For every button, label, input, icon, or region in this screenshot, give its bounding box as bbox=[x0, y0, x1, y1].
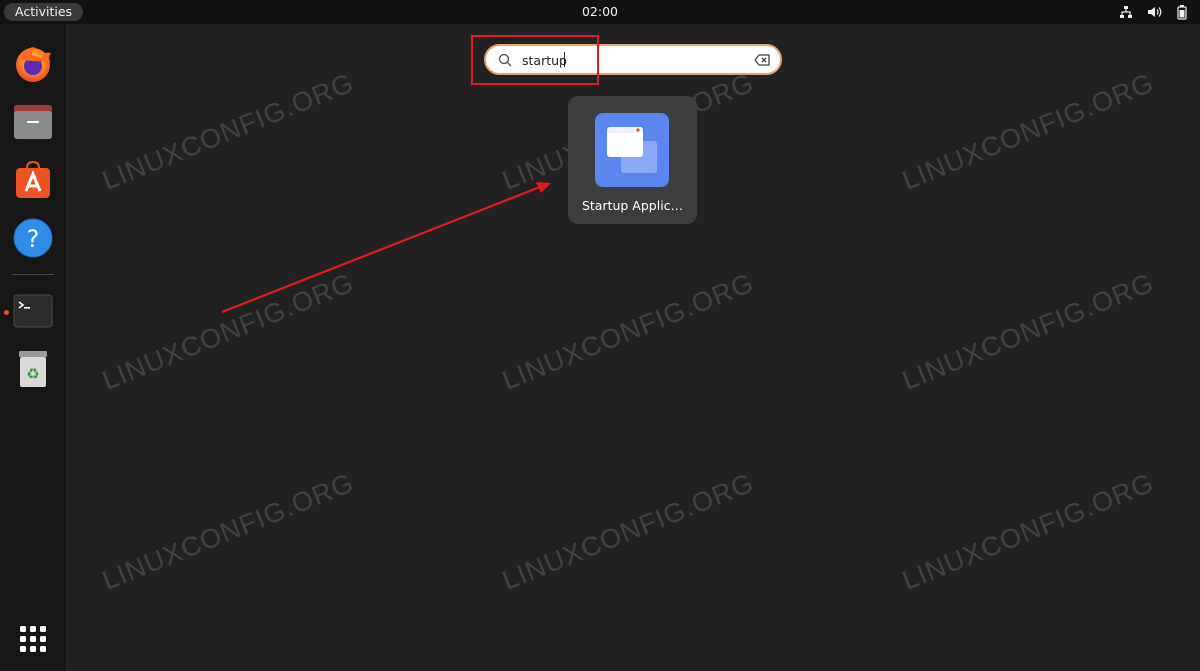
dock-item-terminal[interactable] bbox=[10, 288, 56, 334]
trash-icon: ♻ bbox=[19, 351, 47, 387]
search-result-startup-applications[interactable]: Startup Applic… bbox=[568, 96, 697, 224]
desktop: LINUXCONFIG.ORG LINUXCONFIG.ORG LINUXCON… bbox=[0, 0, 1200, 671]
clock[interactable]: 02:00 bbox=[582, 4, 618, 19]
dock: ? ♻ bbox=[0, 24, 66, 671]
help-icon: ? bbox=[13, 218, 53, 258]
firefox-icon bbox=[16, 47, 51, 82]
annotation-highlight-box bbox=[471, 35, 599, 85]
volume-icon[interactable] bbox=[1146, 4, 1162, 20]
watermark: LINUXCONFIG.ORG bbox=[498, 467, 759, 596]
dock-item-help[interactable]: ? bbox=[10, 215, 56, 261]
dock-item-software[interactable] bbox=[10, 157, 56, 203]
startup-applications-icon bbox=[595, 113, 669, 187]
terminal-icon bbox=[13, 294, 53, 328]
software-store-icon bbox=[16, 160, 50, 198]
dock-item-trash[interactable]: ♻ bbox=[10, 346, 56, 392]
network-icon[interactable] bbox=[1118, 4, 1134, 20]
app-grid-icon bbox=[20, 626, 46, 652]
dock-item-firefox[interactable] bbox=[10, 41, 56, 87]
watermark: LINUXCONFIG.ORG bbox=[98, 267, 359, 396]
svg-text:?: ? bbox=[27, 225, 40, 253]
clear-text-icon[interactable] bbox=[754, 54, 770, 66]
watermark: LINUXCONFIG.ORG bbox=[498, 267, 759, 396]
watermark: LINUXCONFIG.ORG bbox=[898, 467, 1159, 596]
watermark: LINUXCONFIG.ORG bbox=[898, 67, 1159, 196]
dock-separator bbox=[12, 274, 54, 275]
app-label: Startup Applic… bbox=[581, 198, 684, 213]
activities-button[interactable]: Activities bbox=[4, 3, 84, 21]
running-indicator bbox=[4, 310, 9, 315]
watermark: LINUXCONFIG.ORG bbox=[898, 267, 1159, 396]
svg-text:♻: ♻ bbox=[26, 365, 39, 383]
battery-icon[interactable] bbox=[1174, 4, 1190, 20]
top-bar: Activities 02:00 bbox=[0, 0, 1200, 24]
system-tray[interactable] bbox=[1118, 3, 1190, 21]
dock-item-files[interactable] bbox=[10, 99, 56, 145]
watermark: LINUXCONFIG.ORG bbox=[98, 67, 359, 196]
show-apps-button[interactable] bbox=[10, 616, 56, 662]
files-icon bbox=[14, 105, 52, 139]
watermark: LINUXCONFIG.ORG bbox=[98, 467, 359, 596]
